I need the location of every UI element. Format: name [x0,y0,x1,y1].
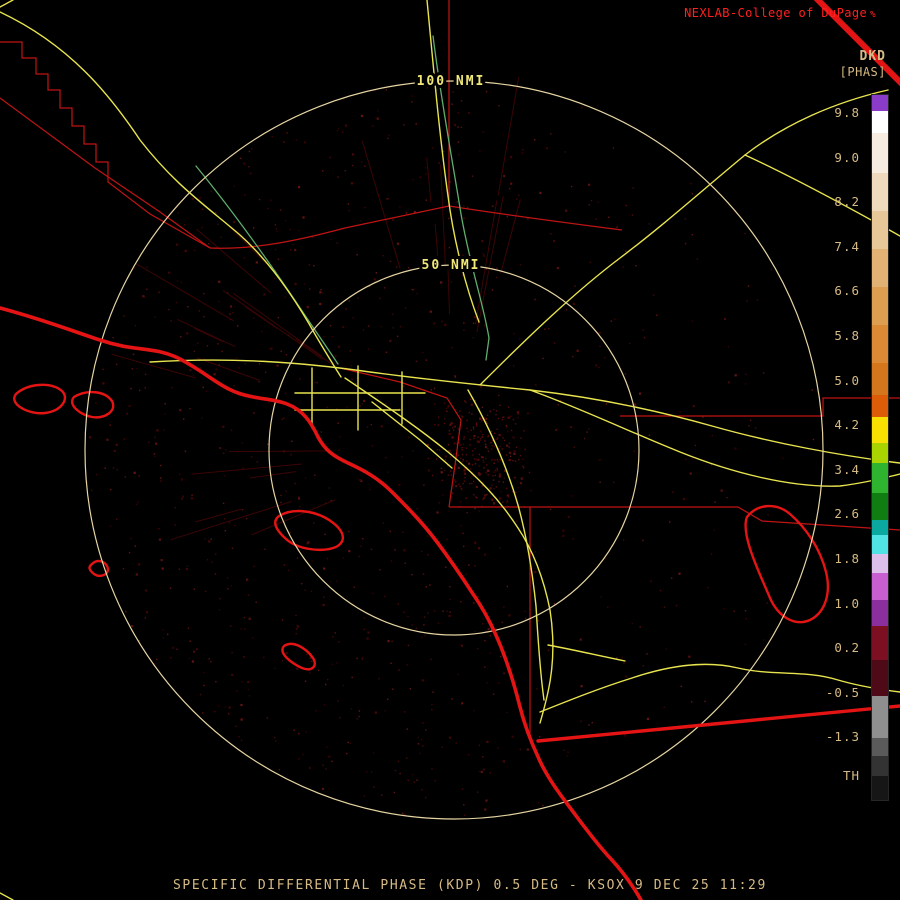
county-borders [0,0,900,736]
colorbar-segment [872,111,888,133]
colorbar-tick-label: 8.2 [834,194,860,210]
colorbar-segment [872,660,888,696]
highway-green [195,165,339,365]
range-ring-100nmi [84,80,824,820]
colorbar-segment [872,417,888,443]
county-border-line [0,97,211,249]
product-title: SPECIFIC DIFFERENTIAL PHASE (KDP) 0.5 DE… [173,878,767,893]
colorbar-tick-label: 9.8 [834,105,860,120]
colorbar-tick-label: 5.0 [834,372,860,388]
radar-map: 100 NMI 50 NMI [0,0,900,900]
island-outline [71,390,115,419]
county-border-line [0,41,211,249]
highway-yellow [149,359,900,464]
range-ring-label-50: 50 NMI [422,258,481,273]
colorbar-segment [872,776,888,800]
colorbar-segment [872,395,888,417]
colorbar-tick-label: 0.2 [834,640,860,656]
colorbar-tick-label: -0.5 [825,684,860,700]
colorbar-tick-label: -1.3 [825,729,860,745]
colorbar-tick-label: 7.4 [834,238,860,254]
colorbar-tick-label: 1.0 [834,595,860,611]
island-outline [88,559,110,577]
colorbar-tick-label: 2.6 [834,506,860,522]
island-outline [274,509,344,551]
colorbar-segment [872,287,888,325]
colorbar-segment [872,211,888,249]
highway-yellow [344,377,554,724]
colorbar-segment [872,738,888,756]
county-border-line [209,205,450,249]
brand-glyph: % [870,10,876,20]
colorbar-segment [872,573,888,600]
colorbar-segment [872,756,888,776]
brand-text-container: NEXLAB-College of DuPage% [684,6,876,20]
colorbar-segment [872,463,888,493]
colorbar-units-label: TH [842,768,860,783]
brand-text: NEXLAB-College of DuPage [684,6,868,20]
range-rings: 100 NMI 50 NMI [84,71,824,820]
colorbar-tick-label: 3.4 [834,461,860,477]
colorbar-segment [872,696,888,738]
colorbar-segment [872,493,888,520]
colorbar-segment [872,626,888,660]
colorbar-tick-label: 4.2 [834,417,860,433]
coastline [0,306,643,900]
product-code: DKD [859,49,886,64]
highway-yellow [547,644,626,662]
highway-yellow [467,389,545,701]
colorbar-tick-label: 6.6 [834,283,860,299]
colorbar-segment [872,95,888,111]
colorbar-segment [872,363,888,395]
county-border-line [448,205,623,231]
colorbar-segment [872,535,888,554]
range-ring-label-100: 100 NMI [417,74,486,89]
colorbar-segment [872,520,888,535]
map-corner-ticks [0,0,14,900]
highway-yellow [294,365,453,469]
colorbar-tick-label: 9.0 [834,149,860,165]
colorbar-segment [872,249,888,287]
colorbar-tick-label: 1.8 [834,551,860,566]
colorbar-segment [872,600,888,626]
colorbar-segment [872,133,888,173]
island-outline [281,642,316,671]
colorbar-segment [872,554,888,573]
lake-island-outlines [13,383,830,671]
colorbar [871,94,889,801]
colorbar-segment [872,443,888,463]
colorbar-segment [872,325,888,363]
range-ring-50nmi [268,264,640,636]
island-outline [13,383,67,415]
radar-display: 100 NMI 50 NMI NEXLAB-College of DuPage%… [0,0,900,900]
colorbar-segment [872,173,888,211]
colorbar-tick-label: 5.8 [834,328,860,343]
product-units: [PHAS] [839,65,886,79]
